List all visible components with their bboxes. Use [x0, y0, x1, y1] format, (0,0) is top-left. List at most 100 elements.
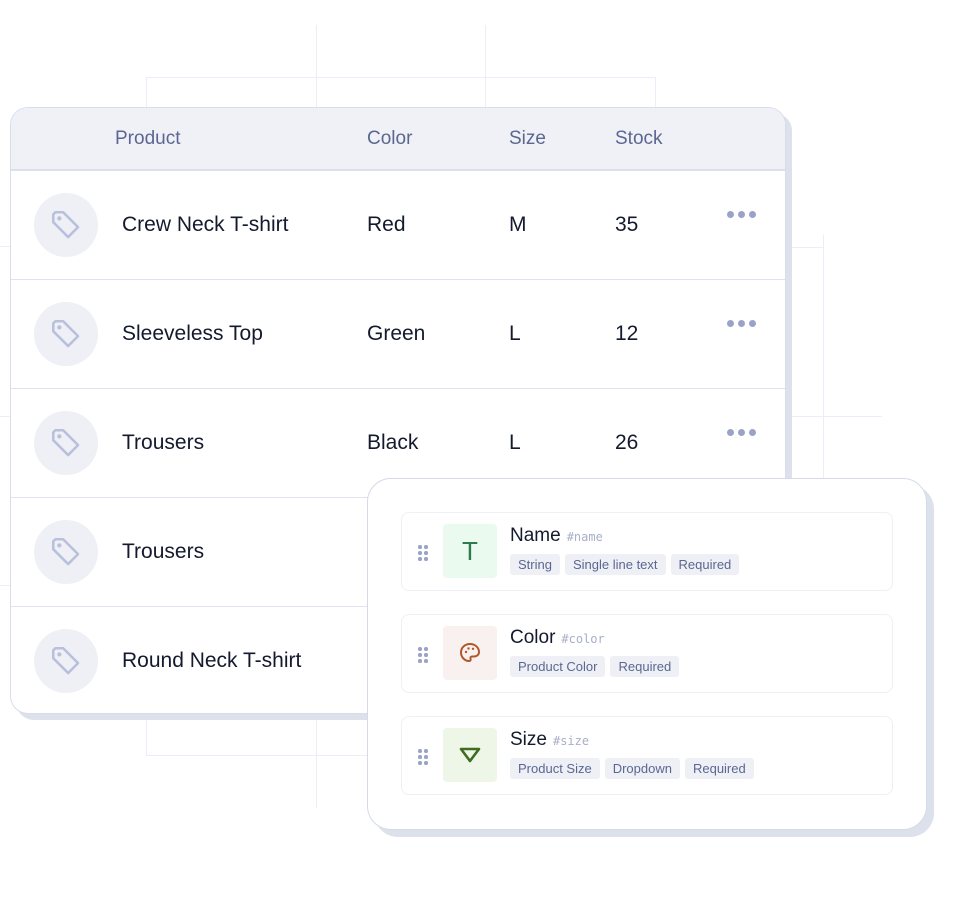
field-title: Name #name: [510, 525, 603, 547]
field-type-badge: [443, 728, 497, 782]
product-color: Black: [367, 431, 419, 454]
product-stock: 35: [615, 213, 639, 236]
drag-dot: [418, 557, 422, 561]
field-name: Name: [510, 525, 561, 546]
field-key: #size: [552, 734, 590, 748]
stage: Product Color Size Stock Crew Neck T-shi…: [0, 0, 960, 904]
drag-dot: [424, 545, 428, 549]
product-name: Trousers: [122, 540, 205, 563]
drag-handle-icon[interactable]: [418, 749, 428, 765]
drag-dot: [424, 761, 428, 765]
bg-grid-line: [146, 755, 368, 756]
field-tag: Single line text: [564, 554, 666, 575]
field-tags: Product Size Dropdown Required: [510, 758, 754, 779]
drag-dot: [418, 761, 422, 765]
table-row[interactable]: Sleeveless Top Green L 12: [11, 280, 785, 389]
more-dot: [727, 211, 734, 218]
bg-grid-line: [316, 25, 317, 115]
drag-dot: [424, 557, 428, 561]
drag-dot: [418, 551, 422, 555]
table-header: Product Color Size Stock: [11, 108, 785, 171]
product-name: Trousers: [122, 431, 205, 454]
bg-grid-line: [792, 247, 824, 248]
product-thumbnail: [34, 302, 98, 366]
bg-grid-line: [0, 416, 10, 417]
tag-icon: [51, 428, 80, 457]
column-header-stock[interactable]: Stock: [615, 128, 663, 150]
field-tag: Product Size: [510, 758, 600, 779]
bg-grid-line: [146, 77, 147, 107]
drag-dot: [424, 647, 428, 651]
bg-grid-line: [146, 718, 147, 756]
product-stock: 12: [615, 322, 639, 345]
more-dot: [749, 211, 756, 218]
field-type-badge: T: [443, 524, 497, 578]
product-name: Round Neck T-shirt: [122, 649, 302, 672]
bg-grid-line: [655, 77, 656, 107]
drag-handle-icon[interactable]: [418, 647, 428, 663]
field-tag: Dropdown: [604, 758, 680, 779]
bg-grid-line: [485, 25, 486, 115]
product-name: Sleeveless Top: [122, 322, 263, 345]
more-dot: [738, 211, 745, 218]
field-item-name[interactable]: T Name #name String Single line text Required: [401, 512, 893, 591]
text-type-icon: T: [462, 535, 478, 566]
drag-dot: [418, 749, 422, 753]
more-dot: [727, 320, 734, 327]
field-tag: Required: [684, 758, 754, 779]
product-name: Crew Neck T-shirt: [122, 213, 289, 236]
palette-icon: [460, 643, 480, 662]
product-color: Red: [367, 213, 406, 236]
product-color: Green: [367, 322, 426, 345]
field-tag: Product Color: [510, 656, 606, 677]
field-tag: String: [510, 554, 560, 575]
bg-grid-line: [823, 235, 824, 480]
row-more-options-button[interactable]: [727, 429, 756, 436]
field-tag: Required: [670, 554, 740, 575]
more-dot: [738, 429, 745, 436]
more-dot: [738, 320, 745, 327]
bg-grid-line: [792, 416, 882, 417]
field-name: Size: [510, 729, 547, 750]
column-header-color[interactable]: Color: [367, 128, 412, 150]
column-header-size[interactable]: Size: [509, 128, 546, 150]
product-stock: 26: [615, 431, 639, 454]
drag-dot: [418, 755, 422, 759]
bg-grid-line: [0, 246, 10, 247]
field-tags: Product Color Required: [510, 656, 680, 677]
tag-icon: [51, 210, 80, 239]
column-header-product[interactable]: Product: [115, 128, 180, 150]
drag-handle-icon[interactable]: [418, 545, 428, 561]
drag-dot: [424, 653, 428, 657]
drag-dot: [418, 545, 422, 549]
tag-icon: [51, 537, 80, 566]
field-tags: String Single line text Required: [510, 554, 740, 575]
field-title: Color #color: [510, 627, 605, 649]
table-row[interactable]: Crew Neck T-shirt Red M 35: [11, 171, 785, 280]
drag-dot: [418, 647, 422, 651]
field-type-badge: [443, 626, 497, 680]
field-item-size[interactable]: Size #size Product Size Dropdown Required: [401, 716, 893, 795]
product-thumbnail: [34, 629, 98, 693]
tag-icon: [51, 319, 80, 348]
drag-dot: [424, 659, 428, 663]
more-dot: [749, 320, 756, 327]
field-schema-panel: T Name #name String Single line text Required…: [367, 478, 927, 830]
field-title: Size #size: [510, 729, 589, 751]
drag-dot: [418, 653, 422, 657]
product-thumbnail: [34, 193, 98, 257]
row-more-options-button[interactable]: [727, 320, 756, 327]
bg-grid-line: [0, 585, 10, 586]
field-key: #name: [566, 530, 603, 544]
field-key: #color: [561, 632, 605, 646]
more-dot: [727, 429, 734, 436]
drag-dot: [418, 659, 422, 663]
field-item-color[interactable]: Color #color Product Color Required: [401, 614, 893, 693]
drag-dot: [424, 755, 428, 759]
product-size: M: [509, 213, 527, 236]
bg-grid-line: [146, 77, 656, 78]
tag-icon: [51, 646, 80, 675]
row-more-options-button[interactable]: [727, 211, 756, 218]
drag-dot: [424, 551, 428, 555]
product-size: L: [509, 431, 521, 454]
